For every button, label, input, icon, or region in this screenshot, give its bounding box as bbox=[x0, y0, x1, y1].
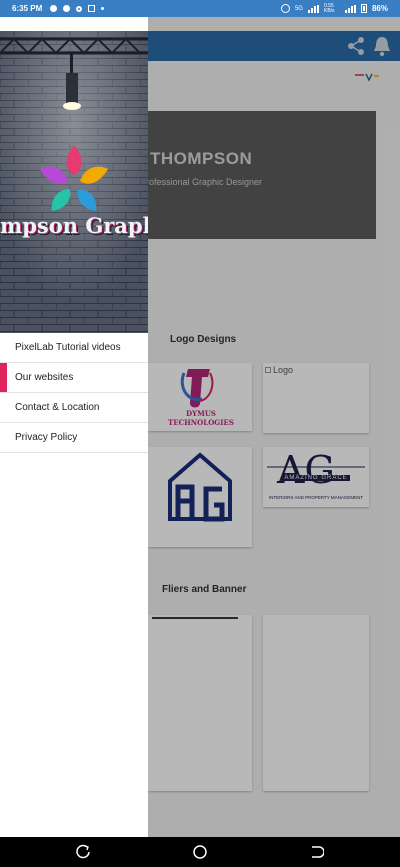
status-time: 6:35 PM bbox=[12, 4, 43, 13]
notification-icons bbox=[50, 5, 105, 12]
brick-wall-banner bbox=[0, 31, 148, 333]
navigation-drawer: mpson Graphics De PixelLab Tutorial vide… bbox=[0, 17, 148, 837]
chat-icon bbox=[50, 5, 58, 12]
signal-bars-2-icon bbox=[344, 4, 356, 13]
drawer-menu: PixelLab Tutorial videos Our websites Co… bbox=[0, 333, 148, 453]
signal-label: 5G bbox=[294, 5, 303, 12]
network-speed: 0.55 KB/s bbox=[323, 2, 335, 14]
menu-item-label: Privacy Policy bbox=[15, 432, 78, 443]
more-dot-icon bbox=[101, 7, 105, 10]
home-icon[interactable] bbox=[192, 844, 208, 860]
battery-percent: 86% bbox=[371, 4, 388, 13]
battery-icon bbox=[360, 4, 367, 13]
menu-item-privacy-policy[interactable]: Privacy Policy bbox=[0, 423, 148, 453]
settings-icon bbox=[76, 5, 83, 12]
system-nav-bar bbox=[0, 837, 400, 867]
menu-item-contact-location[interactable]: Contact & Location bbox=[0, 393, 148, 423]
drawer-brand-text: mpson Graphics De bbox=[0, 213, 148, 238]
alarm-icon bbox=[280, 4, 290, 13]
status-right: 5G 0.55 KB/s 86% bbox=[280, 0, 388, 17]
mail-icon bbox=[88, 5, 96, 12]
status-bar: 6:35 PM 5G 0.55 KB/s 86% bbox=[0, 0, 400, 17]
recents-icon[interactable] bbox=[76, 844, 92, 860]
menu-item-label: Our websites bbox=[15, 372, 74, 383]
signal-bars-icon bbox=[307, 4, 319, 13]
menu-item-label: PixelLab Tutorial videos bbox=[15, 342, 121, 353]
menu-item-label: Contact & Location bbox=[15, 402, 100, 413]
whatsapp-icon bbox=[63, 5, 71, 12]
menu-item-pixellab-tutorials[interactable]: PixelLab Tutorial videos bbox=[0, 333, 148, 363]
drawer-header-image: mpson Graphics De bbox=[0, 31, 148, 333]
menu-item-our-websites[interactable]: Our websites bbox=[0, 363, 148, 393]
back-icon[interactable] bbox=[308, 844, 324, 860]
